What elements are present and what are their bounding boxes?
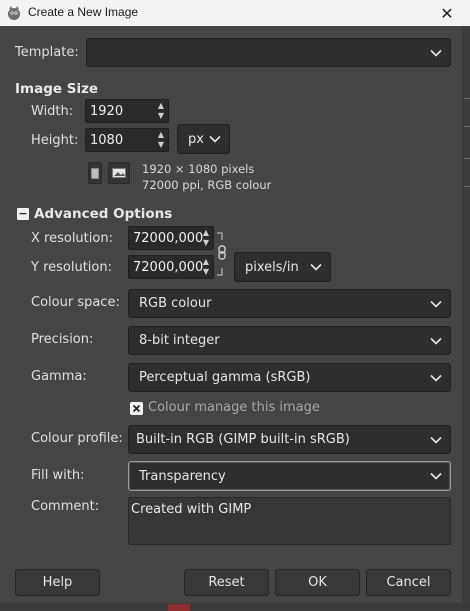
window-title: Create a New Image	[28, 5, 139, 19]
decrement-icon[interactable]: ▼	[201, 238, 211, 248]
image-info: 1920 × 1080 pixels 72000 ppi, RGB colour	[142, 161, 271, 193]
title-bar: Create a New Image ✕	[0, 0, 470, 26]
ok-button[interactable]: OK	[275, 569, 360, 596]
chain-link-icon[interactable]	[216, 230, 228, 278]
colour-manage-checkbox[interactable]	[130, 402, 143, 415]
decrement-icon[interactable]: ▼	[156, 111, 166, 121]
landscape-icon	[112, 168, 126, 178]
x-resolution-value: 72000,000	[133, 230, 204, 246]
image-pixels-info: 1920 × 1080 pixels	[142, 162, 255, 176]
fill-with-dropdown[interactable]: Transparency	[128, 461, 451, 491]
y-resolution-label: Y resolution:	[31, 260, 112, 275]
height-spinbox[interactable]: 1080 ▲ ▼	[85, 128, 169, 152]
size-unit-value: px	[188, 131, 204, 147]
background-strip	[462, 26, 470, 611]
y-resolution-spinbox[interactable]: 72000,000 ▲ ▼	[128, 255, 214, 279]
colour-space-value: RGB colour	[139, 296, 212, 311]
template-dropdown[interactable]	[86, 38, 451, 67]
y-resolution-value: 72000,000	[133, 259, 204, 275]
comment-label: Comment:	[31, 499, 100, 514]
chevron-down-icon	[430, 300, 442, 308]
gimp-icon	[8, 6, 20, 20]
width-value: 1920	[90, 103, 124, 119]
chevron-down-icon	[310, 263, 322, 271]
image-ppi-info: 72000 ppi, RGB colour	[142, 178, 272, 192]
chevron-down-icon	[430, 374, 442, 382]
gamma-value: Perceptual gamma (sRGB)	[139, 370, 311, 385]
fill-with-label: Fill with:	[31, 468, 85, 483]
colour-space-dropdown[interactable]: RGB colour	[128, 289, 451, 318]
fill-with-value: Transparency	[139, 468, 226, 484]
increment-icon[interactable]: ▲	[201, 228, 211, 238]
portrait-icon	[91, 167, 99, 179]
close-button[interactable]: ✕	[424, 0, 470, 26]
resolution-unit-value: pixels/in	[245, 259, 299, 275]
background-fragment	[168, 604, 190, 611]
increment-icon[interactable]: ▲	[201, 257, 211, 267]
help-button[interactable]: Help	[15, 569, 100, 596]
landscape-button[interactable]	[108, 162, 130, 184]
height-label: Height:	[31, 133, 79, 148]
precision-dropdown[interactable]: 8-bit integer	[128, 326, 451, 355]
chevron-down-icon	[430, 49, 442, 57]
colour-space-label: Colour space:	[31, 295, 120, 310]
decrement-icon[interactable]: ▼	[201, 267, 211, 277]
portrait-button[interactable]	[88, 162, 102, 184]
colour-profile-label: Colour profile:	[31, 431, 123, 446]
x-resolution-spinbox[interactable]: 72000,000 ▲ ▼	[128, 226, 214, 250]
collapse-icon[interactable]: −	[17, 208, 29, 220]
size-unit-dropdown[interactable]: px	[177, 124, 230, 154]
colour-profile-value: Built-in RGB (GIMP built-in sRGB)	[136, 432, 350, 447]
close-icon: ✕	[440, 3, 454, 23]
gamma-label: Gamma:	[31, 369, 87, 384]
increment-icon[interactable]: ▲	[156, 130, 166, 140]
x-resolution-label: X resolution:	[31, 231, 113, 246]
precision-value: 8-bit integer	[139, 333, 220, 348]
precision-label: Precision:	[31, 332, 94, 347]
image-size-heading: Image Size	[15, 81, 99, 97]
chevron-down-icon	[209, 135, 221, 143]
decrement-icon[interactable]: ▼	[156, 140, 166, 150]
reset-button[interactable]: Reset	[184, 569, 269, 596]
increment-icon[interactable]: ▲	[156, 101, 166, 111]
resolution-unit-dropdown[interactable]: pixels/in	[234, 252, 331, 282]
chevron-down-icon	[430, 337, 442, 345]
comment-textarea[interactable]: Created with GIMP	[128, 497, 451, 545]
width-spinbox[interactable]: 1920 ▲ ▼	[85, 99, 169, 123]
cancel-button[interactable]: Cancel	[366, 569, 451, 596]
bottom-strip	[0, 603, 470, 611]
colour-profile-dropdown[interactable]: Built-in RGB (GIMP built-in sRGB)	[128, 425, 451, 454]
gamma-dropdown[interactable]: Perceptual gamma (sRGB)	[128, 363, 451, 392]
chevron-down-icon	[430, 436, 442, 444]
check-x-icon	[132, 404, 141, 413]
chevron-down-icon	[430, 472, 442, 480]
advanced-options-heading[interactable]: Advanced Options	[34, 206, 172, 222]
height-value: 1080	[90, 132, 124, 148]
width-label: Width:	[31, 104, 74, 119]
colour-manage-label[interactable]: Colour manage this image	[148, 400, 320, 415]
template-label: Template:	[15, 45, 79, 60]
